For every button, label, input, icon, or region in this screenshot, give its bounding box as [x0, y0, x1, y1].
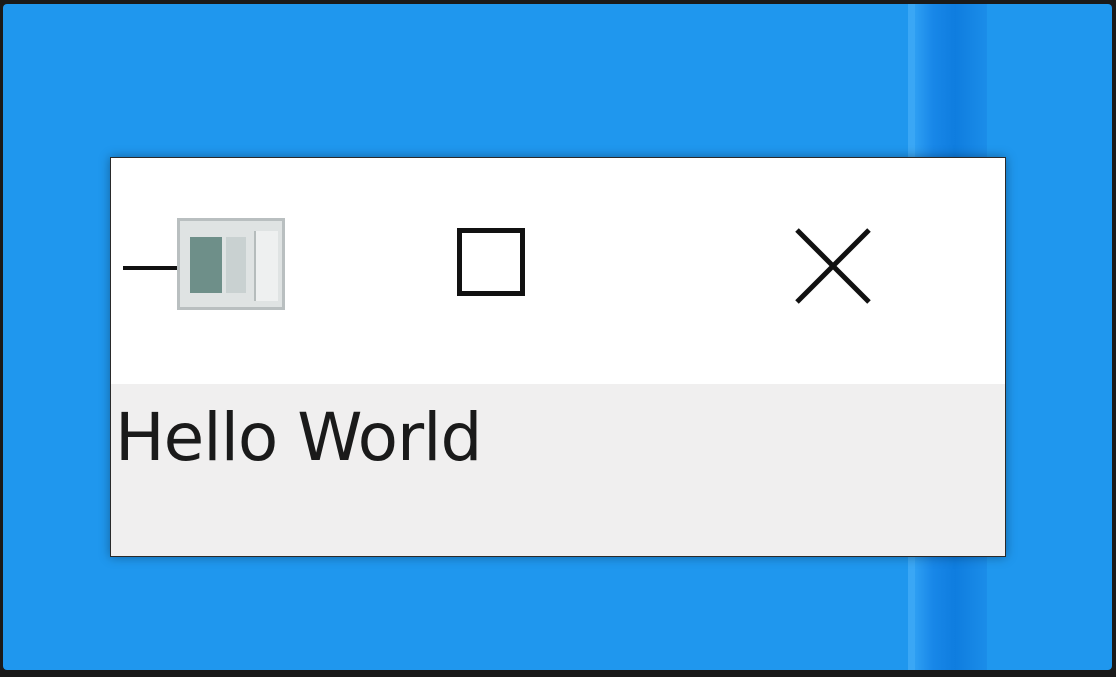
- app-icon-pane: [190, 237, 222, 293]
- desktop: Hello World: [3, 4, 1112, 670]
- minimize-button[interactable]: [111, 218, 177, 310]
- app-icon-pane: [226, 237, 246, 293]
- close-button[interactable]: [751, 198, 911, 328]
- close-icon: [795, 228, 871, 304]
- minimize-icon: [123, 266, 177, 270]
- title-bar[interactable]: [111, 158, 1005, 384]
- app-icon-pane: [254, 231, 278, 301]
- app-window: Hello World: [110, 157, 1006, 557]
- maximize-button[interactable]: [411, 198, 571, 328]
- hello-world-label: Hello World: [115, 399, 482, 476]
- maximize-icon: [457, 228, 525, 296]
- app-window-icon: [177, 218, 285, 310]
